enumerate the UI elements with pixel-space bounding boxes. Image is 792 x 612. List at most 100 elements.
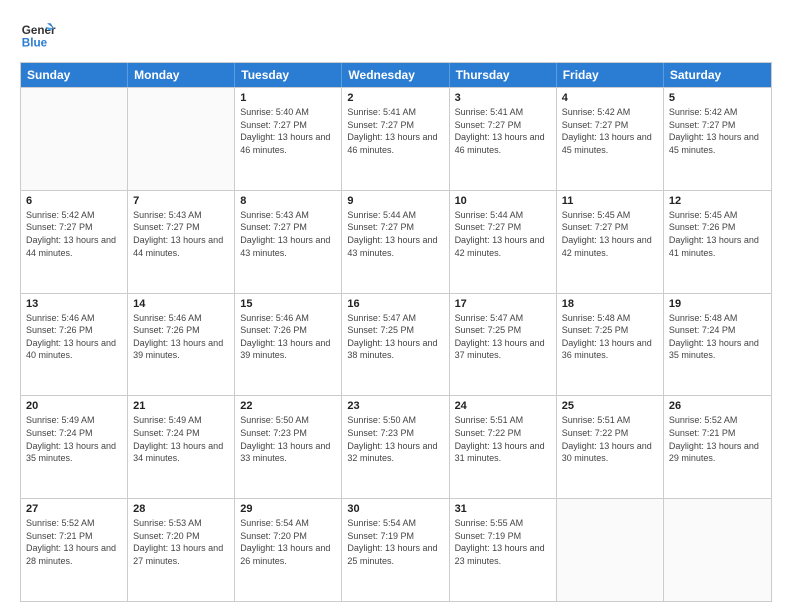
day-info: Sunrise: 5:49 AMSunset: 7:24 PMDaylight:… (133, 414, 229, 464)
calendar-week: 13 Sunrise: 5:46 AMSunset: 7:26 PMDayligh… (21, 293, 771, 396)
calendar-week: 1 Sunrise: 5:40 AMSunset: 7:27 PMDaylight… (21, 87, 771, 190)
calendar-cell: 17Sunrise: 5:47 AMSunset: 7:25 PMDayligh… (450, 294, 557, 396)
day-number: 12 (669, 195, 766, 207)
day-info: Sunrise: 5:46 AMSunset: 7:26 PMDaylight:… (26, 312, 122, 362)
calendar-cell: 5 Sunrise: 5:42 AMSunset: 7:27 PMDaylight… (664, 88, 771, 190)
day-info: Sunrise: 5:52 AMSunset: 7:21 PMDaylight:… (669, 414, 766, 464)
day-info: Sunrise: 5:50 AMSunset: 7:23 PMDaylight:… (240, 414, 336, 464)
day-info: Sunrise: 5:46 AMSunset: 7:26 PMDaylight:… (133, 312, 229, 362)
calendar-cell: 23 Sunrise: 5:50 AMSunset: 7:23 PMDayligh… (342, 396, 449, 498)
day-info: Sunrise: 5:41 AMSunset: 7:27 PMDaylight:… (455, 106, 551, 156)
day-number: 10 (455, 195, 551, 207)
calendar-cell: 29Sunrise: 5:54 AMSunset: 7:20 PMDayligh… (235, 499, 342, 601)
calendar-cell: 27 Sunrise: 5:52 AMSunset: 7:21 PMDayligh… (21, 499, 128, 601)
day-number: 30 (347, 503, 443, 515)
calendar-cell: 8 Sunrise: 5:43 AMSunset: 7:27 PMDaylight… (235, 191, 342, 293)
day-number: 31 (455, 503, 551, 515)
calendar-header-cell: Thursday (450, 63, 557, 87)
day-number: 5 (669, 92, 766, 104)
calendar-header-cell: Tuesday (235, 63, 342, 87)
calendar-cell: 12 Sunrise: 5:45 AMSunset: 7:26 PMDayligh… (664, 191, 771, 293)
day-number: 19 (669, 298, 766, 310)
calendar-cell: 14 Sunrise: 5:46 AMSunset: 7:26 PMDayligh… (128, 294, 235, 396)
calendar-cell: 3 Sunrise: 5:41 AMSunset: 7:27 PMDaylight… (450, 88, 557, 190)
day-info: Sunrise: 5:42 AMSunset: 7:27 PMDaylight:… (562, 106, 658, 156)
calendar-header-cell: Wednesday (342, 63, 449, 87)
calendar-cell (128, 88, 235, 190)
day-info: Sunrise: 5:42 AMSunset: 7:27 PMDaylight:… (669, 106, 766, 156)
day-number: 29 (240, 503, 336, 515)
calendar-cell: 26 Sunrise: 5:52 AMSunset: 7:21 PMDayligh… (664, 396, 771, 498)
calendar-cell: 9 Sunrise: 5:44 AMSunset: 7:27 PMDaylight… (342, 191, 449, 293)
day-info: Sunrise: 5:44 AMSunset: 7:27 PMDaylight:… (455, 209, 551, 259)
day-info: Sunrise: 5:49 AMSunset: 7:24 PMDaylight:… (26, 414, 122, 464)
calendar-cell (557, 499, 664, 601)
calendar-cell: 13 Sunrise: 5:46 AMSunset: 7:26 PMDayligh… (21, 294, 128, 396)
calendar-week: 20 Sunrise: 5:49 AMSunset: 7:24 PMDayligh… (21, 395, 771, 498)
calendar-cell: 18 Sunrise: 5:48 AMSunset: 7:25 PMDayligh… (557, 294, 664, 396)
day-number: 24 (455, 400, 551, 412)
calendar-week: 27 Sunrise: 5:52 AMSunset: 7:21 PMDayligh… (21, 498, 771, 601)
day-number: 25 (562, 400, 658, 412)
calendar-header-cell: Sunday (21, 63, 128, 87)
day-number: 16 (347, 298, 443, 310)
day-number: 20 (26, 400, 122, 412)
calendar-cell (21, 88, 128, 190)
day-number: 1 (240, 92, 336, 104)
day-info: Sunrise: 5:43 AMSunset: 7:27 PMDaylight:… (133, 209, 229, 259)
calendar-cell: 1 Sunrise: 5:40 AMSunset: 7:27 PMDaylight… (235, 88, 342, 190)
calendar-cell: 7 Sunrise: 5:43 AMSunset: 7:27 PMDaylight… (128, 191, 235, 293)
day-info: Sunrise: 5:40 AMSunset: 7:27 PMDaylight:… (240, 106, 336, 156)
day-info: Sunrise: 5:45 AMSunset: 7:27 PMDaylight:… (562, 209, 658, 259)
day-number: 18 (562, 298, 658, 310)
calendar-cell: 6Sunrise: 5:42 AMSunset: 7:27 PMDaylight… (21, 191, 128, 293)
calendar-cell: 22 Sunrise: 5:50 AMSunset: 7:23 PMDayligh… (235, 396, 342, 498)
calendar-cell: 10 Sunrise: 5:44 AMSunset: 7:27 PMDayligh… (450, 191, 557, 293)
day-info: Sunrise: 5:43 AMSunset: 7:27 PMDaylight:… (240, 209, 336, 259)
day-info: Sunrise: 5:42 AMSunset: 7:27 PMDaylight:… (26, 209, 122, 259)
page-header: General Blue (20, 16, 772, 52)
calendar-cell: 16Sunrise: 5:47 AMSunset: 7:25 PMDayligh… (342, 294, 449, 396)
calendar-cell: 15Sunrise: 5:46 AMSunset: 7:26 PMDayligh… (235, 294, 342, 396)
day-number: 7 (133, 195, 229, 207)
day-number: 3 (455, 92, 551, 104)
calendar-cell: 21 Sunrise: 5:49 AMSunset: 7:24 PMDayligh… (128, 396, 235, 498)
day-info: Sunrise: 5:41 AMSunset: 7:27 PMDaylight:… (347, 106, 443, 156)
calendar-cell: 11 Sunrise: 5:45 AMSunset: 7:27 PMDayligh… (557, 191, 664, 293)
day-info: Sunrise: 5:48 AMSunset: 7:25 PMDaylight:… (562, 312, 658, 362)
calendar-cell: 2Sunrise: 5:41 AMSunset: 7:27 PMDaylight… (342, 88, 449, 190)
day-number: 27 (26, 503, 122, 515)
day-info: Sunrise: 5:52 AMSunset: 7:21 PMDaylight:… (26, 517, 122, 567)
calendar-cell: 30 Sunrise: 5:54 AMSunset: 7:19 PMDayligh… (342, 499, 449, 601)
day-info: Sunrise: 5:54 AMSunset: 7:19 PMDaylight:… (347, 517, 443, 567)
calendar-body: 1 Sunrise: 5:40 AMSunset: 7:27 PMDaylight… (21, 87, 771, 601)
day-number: 11 (562, 195, 658, 207)
calendar-header-cell: Saturday (664, 63, 771, 87)
calendar-header-cell: Monday (128, 63, 235, 87)
logo: General Blue (20, 16, 56, 52)
day-info: Sunrise: 5:51 AMSunset: 7:22 PMDaylight:… (562, 414, 658, 464)
calendar-header-cell: Friday (557, 63, 664, 87)
day-number: 28 (133, 503, 229, 515)
calendar: SundayMondayTuesdayWednesdayThursdayFrid… (20, 62, 772, 602)
day-number: 13 (26, 298, 122, 310)
day-info: Sunrise: 5:50 AMSunset: 7:23 PMDaylight:… (347, 414, 443, 464)
day-number: 22 (240, 400, 336, 412)
calendar-header: SundayMondayTuesdayWednesdayThursdayFrid… (21, 63, 771, 87)
logo-icon: General Blue (20, 16, 56, 52)
day-info: Sunrise: 5:45 AMSunset: 7:26 PMDaylight:… (669, 209, 766, 259)
calendar-cell (664, 499, 771, 601)
day-number: 21 (133, 400, 229, 412)
day-info: Sunrise: 5:44 AMSunset: 7:27 PMDaylight:… (347, 209, 443, 259)
calendar-week: 6Sunrise: 5:42 AMSunset: 7:27 PMDaylight… (21, 190, 771, 293)
day-number: 15 (240, 298, 336, 310)
day-number: 26 (669, 400, 766, 412)
day-number: 4 (562, 92, 658, 104)
day-number: 8 (240, 195, 336, 207)
day-number: 14 (133, 298, 229, 310)
calendar-cell: 4 Sunrise: 5:42 AMSunset: 7:27 PMDaylight… (557, 88, 664, 190)
day-info: Sunrise: 5:47 AMSunset: 7:25 PMDaylight:… (455, 312, 551, 362)
day-number: 9 (347, 195, 443, 207)
day-number: 23 (347, 400, 443, 412)
calendar-cell: 20 Sunrise: 5:49 AMSunset: 7:24 PMDayligh… (21, 396, 128, 498)
